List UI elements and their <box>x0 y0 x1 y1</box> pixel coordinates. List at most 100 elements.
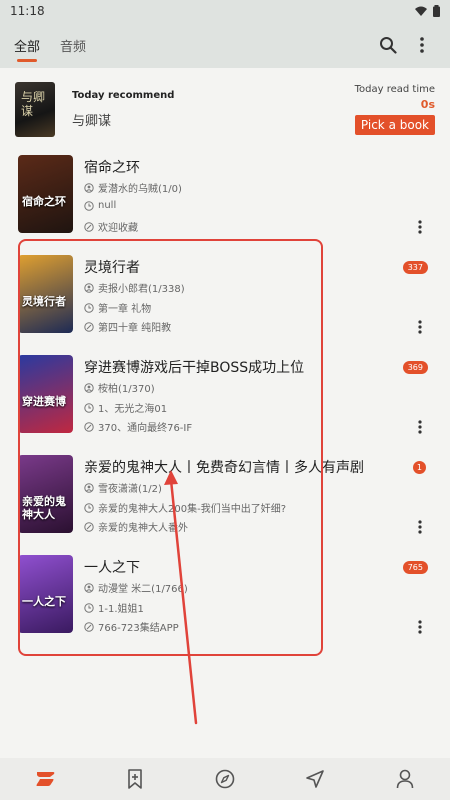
book-more-button[interactable] <box>412 417 428 437</box>
bookmark-add-icon <box>128 769 142 789</box>
author-icon <box>84 582 94 593</box>
book-author-text: 卖报小郎君(1/338) <box>98 284 185 295</box>
read-progress-icon <box>84 321 94 332</box>
nav-profile[interactable] <box>385 759 425 799</box>
book-item[interactable]: 宿命之环 宿命之环 爱潜水的乌贼(1/0) null 欢迎收藏 <box>0 155 450 255</box>
book-latest-chapter: 亲爱的鬼神大人200集-我们当中出了奸细? <box>84 500 286 515</box>
read-progress-icon <box>84 521 94 532</box>
more-vert-icon <box>420 37 424 53</box>
book-item[interactable]: 穿进赛博 穿进赛博游戏后干掉BOSS成功上位 桉柏(1/370) 1、无光之海0… <box>0 355 450 455</box>
book-title[interactable]: 亲爱的鬼神大人丨免费奇幻言情丨多人有声剧 <box>84 457 364 477</box>
recommend-title[interactable]: 与卿谋 <box>72 110 355 129</box>
book-author-text: 动漫堂 米二(1/766) <box>98 584 188 595</box>
book-cover[interactable]: 亲爱的鬼神大人 <box>18 455 73 533</box>
more-vert-icon <box>418 320 422 334</box>
book-last-read-text: 766-723集结APP <box>98 623 179 634</box>
book-author-text: 雪夜潇潇(1/2) <box>98 484 162 495</box>
author-icon <box>84 282 94 293</box>
read-progress-icon <box>84 221 94 232</box>
bookshelf-icon <box>36 772 55 786</box>
book-latest-text: null <box>98 200 117 211</box>
book-latest-text: 1、无光之海01 <box>98 404 168 415</box>
tab-all[interactable]: 全部 <box>14 22 40 68</box>
clock-icon <box>84 200 94 211</box>
read-progress-icon <box>84 621 94 632</box>
more-vert-icon <box>418 420 422 434</box>
unread-badge: 1 <box>412 461 426 474</box>
book-title[interactable]: 宿命之环 <box>84 157 140 177</box>
recommend-label: Today recommend <box>72 89 175 101</box>
more-vert-icon <box>418 620 422 634</box>
clock-icon <box>84 602 94 613</box>
book-last-read: 亲爱的鬼神大人番外 <box>84 519 188 534</box>
author-icon <box>84 182 94 193</box>
wifi-icon <box>415 6 427 16</box>
book-last-read-text: 370、通向最终76-IF <box>98 423 193 434</box>
book-latest-chapter: 第一章 礼物 <box>84 300 151 315</box>
more-vert-icon <box>418 520 422 534</box>
search-button[interactable] <box>374 31 402 59</box>
book-last-read: 第四十章 纯阳教 <box>84 319 171 334</box>
clock-icon <box>84 402 94 413</box>
book-cover[interactable]: 穿进赛博 <box>18 355 73 433</box>
book-last-read-text: 第四十章 纯阳教 <box>98 323 172 334</box>
book-latest-chapter: 1、无光之海01 <box>84 400 167 415</box>
nav-discover[interactable] <box>295 759 335 799</box>
book-item[interactable]: 亲爱的鬼神大人 亲爱的鬼神大人丨免费奇幻言情丨多人有声剧 雪夜潇潇(1/2) 亲… <box>0 455 450 555</box>
overflow-menu-button[interactable] <box>408 31 436 59</box>
status-bar: 11:18 <box>0 0 450 22</box>
unread-badge: 765 <box>402 561 428 574</box>
top-bar: 全部 音频 <box>0 22 450 68</box>
book-author: 雪夜潇潇(1/2) <box>84 480 162 495</box>
book-cover-text: 一人之下 <box>22 595 66 608</box>
nav-bookshelf[interactable] <box>25 759 65 799</box>
book-author: 爱潜水的乌贼(1/0) <box>84 180 182 195</box>
status-time: 11:18 <box>10 4 45 18</box>
read-time-label: Today read time <box>354 83 435 95</box>
book-cover[interactable]: 一人之下 <box>18 555 73 633</box>
book-author: 卖报小郎君(1/338) <box>84 280 185 295</box>
book-last-read: 370、通向最终76-IF <box>84 419 192 434</box>
pick-book-button[interactable]: Pick a book <box>354 114 435 135</box>
bottom-navigation <box>0 758 450 800</box>
book-author: 桉柏(1/370) <box>84 380 155 395</box>
book-latest-text: 亲爱的鬼神大人200集-我们当中出了奸细? <box>98 504 287 515</box>
book-last-read-text: 亲爱的鬼神大人番外 <box>98 523 188 534</box>
book-latest-text: 第一章 礼物 <box>98 304 152 315</box>
author-icon <box>84 482 94 493</box>
recommend-cover-text: 与卿谋 <box>21 89 46 118</box>
book-title[interactable]: 灵境行者 <box>84 257 140 277</box>
book-item[interactable]: 灵境行者 灵境行者 卖报小郎君(1/338) 第一章 礼物 第四十章 纯阳教 3… <box>0 255 450 355</box>
book-cover-text: 灵境行者 <box>22 295 66 308</box>
book-cover[interactable]: 宿命之环 <box>18 155 73 233</box>
book-author: 动漫堂 米二(1/766) <box>84 580 188 595</box>
book-latest-chapter: 1-1.姐姐1 <box>84 600 144 615</box>
book-latest-text: 1-1.姐姐1 <box>98 604 144 615</box>
book-more-button[interactable] <box>412 217 428 237</box>
read-progress-icon <box>84 421 94 432</box>
book-title[interactable]: 一人之下 <box>84 557 140 577</box>
book-last-read: 欢迎收藏 <box>84 219 138 234</box>
book-more-button[interactable] <box>412 617 428 637</box>
book-last-read: 766-723集结APP <box>84 619 179 634</box>
nav-explore[interactable] <box>205 759 245 799</box>
book-last-read-text: 欢迎收藏 <box>98 223 138 234</box>
clock-icon <box>84 302 94 313</box>
today-recommend[interactable]: 与卿谋 Today recommend 与卿谋 Today read time … <box>0 68 450 150</box>
book-cover-text: 宿命之环 <box>22 195 66 208</box>
profile-icon <box>396 769 414 789</box>
battery-icon <box>433 5 440 17</box>
nav-bookmark[interactable] <box>115 759 155 799</box>
compass-icon <box>215 769 235 789</box>
book-cover[interactable]: 灵境行者 <box>18 255 73 333</box>
recommend-cover[interactable]: 与卿谋 <box>15 81 55 137</box>
book-title[interactable]: 穿进赛博游戏后干掉BOSS成功上位 <box>84 357 304 377</box>
book-more-button[interactable] <box>412 517 428 537</box>
unread-badge: 337 <box>402 261 428 274</box>
unread-badge: 369 <box>402 361 428 374</box>
book-latest-chapter: null <box>84 200 116 211</box>
book-item[interactable]: 一人之下 一人之下 动漫堂 米二(1/766) 1-1.姐姐1 766-723集… <box>0 555 450 655</box>
tab-audio[interactable]: 音频 <box>60 22 86 68</box>
clock-icon <box>84 502 94 513</box>
book-more-button[interactable] <box>412 317 428 337</box>
